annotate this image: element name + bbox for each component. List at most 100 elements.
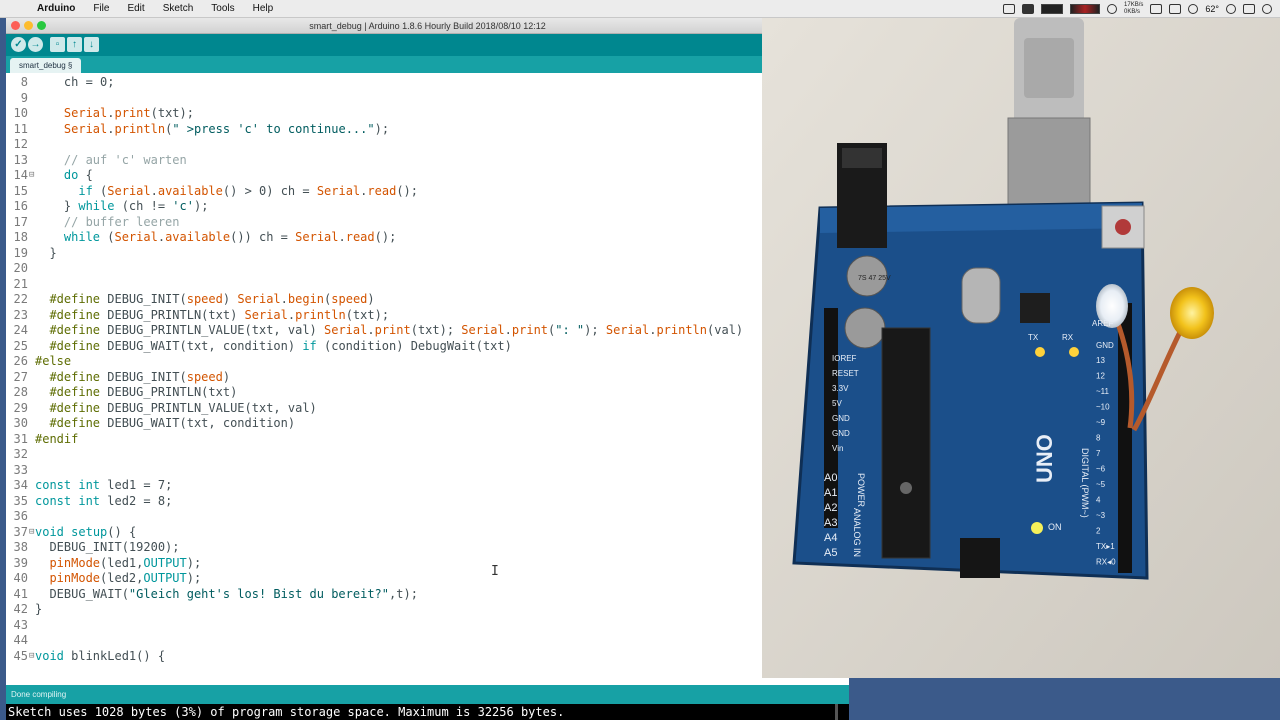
code-text: } xyxy=(35,602,43,616)
ide-toolbar: ✓ → ▫ ↑ ↓ xyxy=(6,34,849,56)
display-icon[interactable] xyxy=(1003,4,1016,14)
code-line[interactable]: 30 #define DEBUG_WAIT(txt, condition) xyxy=(6,416,762,432)
code-line[interactable]: 39 pinMode(led1,OUTPUT); xyxy=(6,556,762,572)
new-sketch-button[interactable]: ▫ xyxy=(50,37,65,52)
memory-meter-icon[interactable] xyxy=(1070,4,1101,14)
capacitor-text: 7S 47 25V xyxy=(858,275,891,282)
temperature-readout[interactable]: 62° xyxy=(1205,4,1219,14)
code-line[interactable]: 45 ⊟ void blinkLed1() { xyxy=(6,649,762,665)
code-line[interactable]: 40 pinMode(led2,OUTPUT); xyxy=(6,571,762,587)
code-line[interactable]: 41 DEBUG_WAIT("Gleich geht's los! Bist d… xyxy=(6,587,762,603)
code-line[interactable]: 31 #endif xyxy=(6,432,762,448)
digital-pin-label: 12 xyxy=(1096,372,1105,381)
screen-recorder-icon[interactable] xyxy=(1022,4,1035,14)
line-number: 22 xyxy=(13,292,28,306)
aref-label: AREF xyxy=(1092,319,1113,328)
line-number: 18 xyxy=(13,230,28,244)
menu-help[interactable]: Help xyxy=(244,3,283,14)
code-line[interactable]: 42} xyxy=(6,602,762,618)
tx-label: TX xyxy=(1028,333,1039,342)
minimize-window-icon[interactable] xyxy=(24,21,33,30)
line-number: 20 xyxy=(13,261,28,275)
code-line[interactable]: 20 xyxy=(6,261,762,277)
code-line[interactable]: 18 while (Serial.available()) ch = Seria… xyxy=(6,230,762,246)
verify-button[interactable]: ✓ xyxy=(11,37,26,52)
code-line[interactable]: 15 if (Serial.available() > 0) ch = Seri… xyxy=(6,184,762,200)
camera-icon[interactable] xyxy=(1243,4,1255,14)
menu-edit[interactable]: Edit xyxy=(118,3,153,14)
code-line[interactable]: 29 #define DEBUG_PRINTLN_VALUE(txt, val) xyxy=(6,401,762,417)
disk-icon[interactable] xyxy=(1150,4,1163,14)
code-line[interactable]: 23 #define DEBUG_PRINTLN(txt) Serial.pri… xyxy=(6,308,762,324)
code-line[interactable]: 19 } xyxy=(6,246,762,262)
menu-tools[interactable]: Tools xyxy=(202,3,243,14)
code-text: const int led2 = 8; xyxy=(35,493,173,508)
code-line[interactable]: 24 #define DEBUG_PRINTLN_VALUE(txt, val)… xyxy=(6,323,762,339)
menu-sketch[interactable]: Sketch xyxy=(154,3,203,14)
line-number: 11 xyxy=(13,121,28,136)
code-line[interactable]: 38 DEBUG_INIT(19200); xyxy=(6,540,762,556)
tab-smart-debug[interactable]: smart_debug § xyxy=(10,58,82,73)
code-editor[interactable]: 8 ch = 0; 9 10 Serial.print(txt); 11 Serial… xyxy=(6,73,762,685)
line-number: 33 xyxy=(13,462,28,477)
code-line[interactable]: 17 // buffer leeren xyxy=(6,215,762,231)
search-icon[interactable] xyxy=(1262,4,1272,14)
code-line[interactable]: 27 #define DEBUG_INIT(speed) xyxy=(6,370,762,386)
code-line[interactable]: 35 const int led2 = 8; xyxy=(6,494,762,510)
line-number: 15 xyxy=(13,183,28,198)
line-number: 32 xyxy=(13,447,28,461)
window-title: smart_debug | Arduino 1.8.6 Hourly Build… xyxy=(309,21,546,31)
bluetooth-icon[interactable] xyxy=(1226,4,1236,14)
fan-icon[interactable] xyxy=(1188,4,1199,14)
code-line[interactable]: 8 ch = 0; xyxy=(6,75,762,91)
digital-pin-label: 4 xyxy=(1096,496,1101,505)
code-line[interactable]: 32 xyxy=(6,447,762,463)
network-stats[interactable]: 17KB/s 0KB/s xyxy=(1124,2,1143,16)
info-icon[interactable] xyxy=(1107,4,1118,14)
code-line[interactable]: 37 ⊟ void setup() { xyxy=(6,525,762,541)
code-line[interactable]: 10 Serial.print(txt); xyxy=(6,106,762,122)
code-text: void blinkLed1() { xyxy=(35,648,166,663)
code-line[interactable]: 43 xyxy=(6,618,762,634)
code-line[interactable]: 44 xyxy=(6,633,762,649)
upload-button[interactable]: → xyxy=(28,37,43,52)
console-scrollbar[interactable] xyxy=(835,704,838,720)
code-line[interactable]: 36 xyxy=(6,509,762,525)
line-number: 8 xyxy=(20,75,28,89)
code-line[interactable]: 28 #define DEBUG_PRINTLN(txt) xyxy=(6,385,762,401)
code-line[interactable]: 12 xyxy=(6,137,762,153)
digital-pin-label: ~6 xyxy=(1096,465,1106,474)
net-up: 17KB/s xyxy=(1124,2,1144,8)
code-line[interactable]: 21 xyxy=(6,277,762,293)
battery-icon[interactable] xyxy=(1169,4,1182,14)
digital-pin-label: ~10 xyxy=(1096,403,1110,412)
line-number: 10 xyxy=(13,106,28,120)
cpu-meter-icon[interactable] xyxy=(1041,4,1064,14)
menu-file[interactable]: File xyxy=(84,3,118,14)
line-number: 36 xyxy=(13,509,28,523)
code-line[interactable]: 22 #define DEBUG_INIT(speed) Serial.begi… xyxy=(6,292,762,308)
open-sketch-button[interactable]: ↑ xyxy=(67,37,82,52)
code-line[interactable]: 14 ⊟ do { xyxy=(6,168,762,184)
code-line[interactable]: 16 } while (ch != 'c'); xyxy=(6,199,762,215)
code-text: #define DEBUG_PRINTLN_VALUE(txt, val) xyxy=(49,400,317,415)
zoom-window-icon[interactable] xyxy=(37,21,46,30)
code-line[interactable]: 26 #else xyxy=(6,354,762,370)
save-sketch-button[interactable]: ↓ xyxy=(84,37,99,52)
power-pin-label: RESET xyxy=(832,369,859,378)
code-line[interactable]: 11 Serial.println(" >press 'c' to contin… xyxy=(6,122,762,138)
code-text: // auf 'c' warten xyxy=(63,152,187,167)
code-text: pinMode(led1,OUTPUT); xyxy=(49,555,202,570)
code-line[interactable]: 33 xyxy=(6,463,762,479)
code-line[interactable]: 34 const int led1 = 7; xyxy=(6,478,762,494)
code-line[interactable]: 25 #define DEBUG_WAIT(txt, condition) if… xyxy=(6,339,762,355)
line-number: 44 xyxy=(13,633,28,647)
close-window-icon[interactable] xyxy=(11,21,20,30)
console-output-panel[interactable]: Sketch uses 1028 bytes (3%) of program s… xyxy=(6,704,849,720)
code-line[interactable]: 13 // auf 'c' warten xyxy=(6,153,762,169)
digital-pin-label: ~11 xyxy=(1096,387,1110,396)
code-line[interactable]: 9 xyxy=(6,91,762,107)
menu-arduino[interactable]: Arduino xyxy=(28,3,84,14)
line-number: 34 xyxy=(13,478,28,492)
sketch-tabbar: smart_debug § xyxy=(6,56,849,73)
